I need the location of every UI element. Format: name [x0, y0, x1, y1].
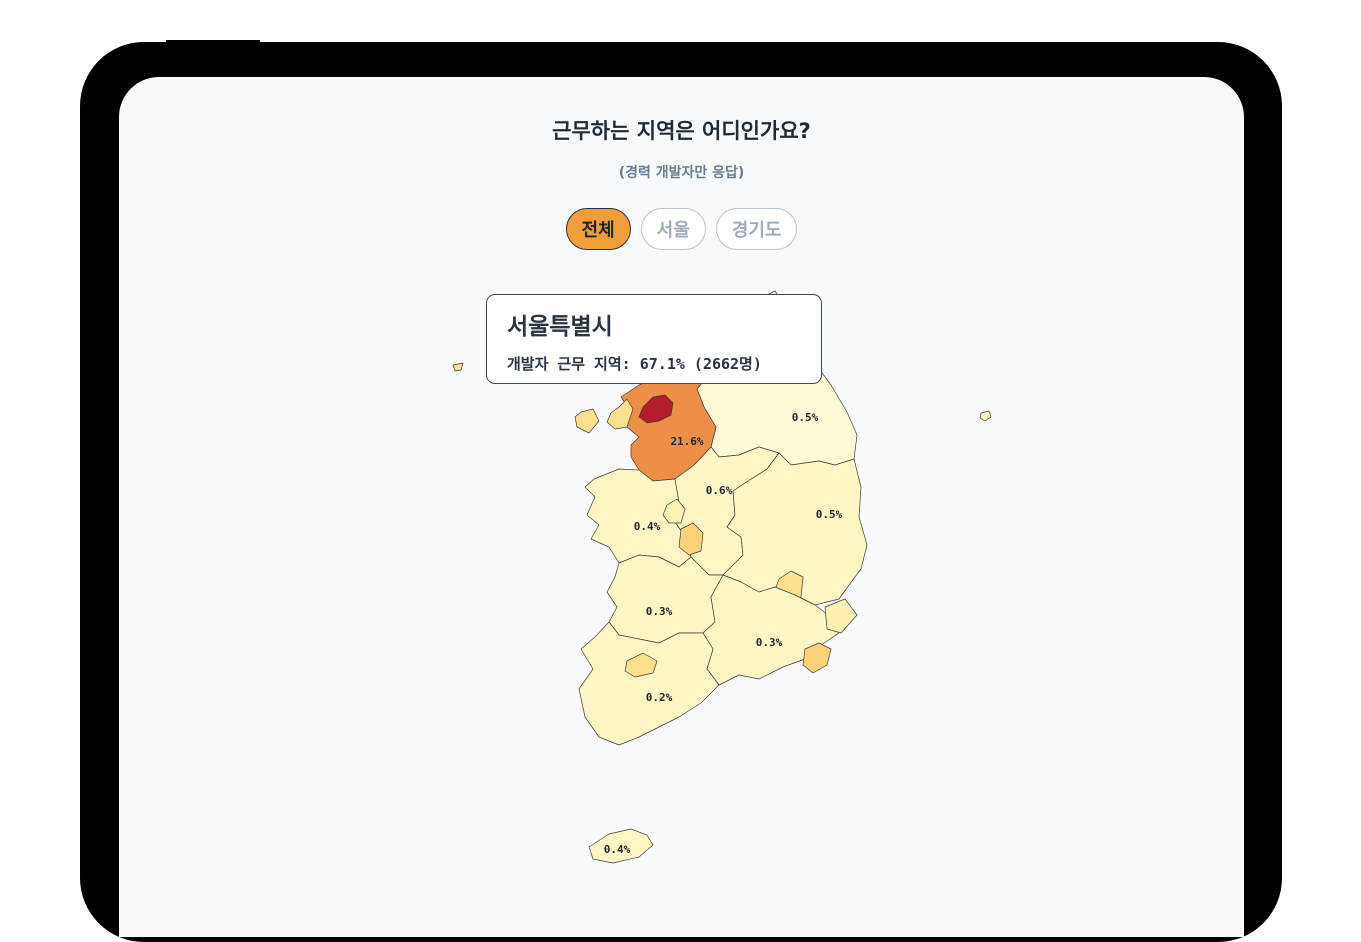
survey-card: 근무하는 지역은 어디인가요? (경력 개발자만 응답) 전체 서울 경기도 2… — [119, 77, 1244, 937]
label-jeonbuk: 0.3% — [646, 605, 673, 618]
label-chungnam: 0.4% — [634, 520, 661, 533]
island-ulleung — [979, 410, 992, 422]
label-gyeonggi: 21.6% — [670, 435, 703, 448]
island-west — [452, 362, 464, 372]
label-gangwon: 0.5% — [792, 411, 819, 424]
tooltip-region-name: 서울특별시 — [507, 314, 613, 340]
label-gyeongnam: 0.3% — [756, 636, 783, 649]
korea-choropleth-map: 21.6% 0.5% 0.6% 0.4% 0.5% 0.3% 0.3% 0.2%… — [452, 290, 992, 864]
label-jeonnam: 0.2% — [646, 691, 673, 704]
label-chungbuk: 0.6% — [706, 484, 733, 497]
tooltip-stat: 개발자 근무 지역: 67.1% (2662명) — [507, 355, 762, 373]
label-gyeongbuk: 0.5% — [816, 508, 843, 521]
label-jeju: 0.4% — [604, 843, 631, 856]
region-ulsan[interactable] — [824, 598, 858, 634]
region-incheon-island[interactable] — [574, 408, 600, 434]
region-tooltip: 서울특별시 개발자 근무 지역: 67.1% (2662명) — [486, 294, 822, 384]
